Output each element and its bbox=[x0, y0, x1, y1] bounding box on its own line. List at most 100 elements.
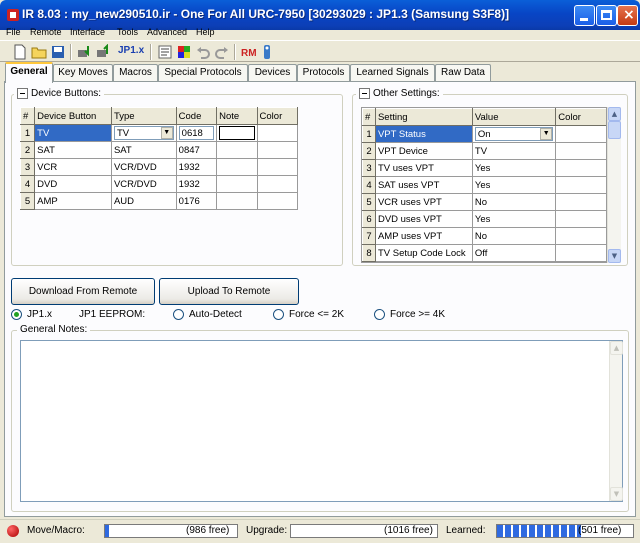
col-header[interactable]: Setting bbox=[374, 108, 473, 126]
radio-auto-detect[interactable] bbox=[173, 309, 184, 320]
color-grid-icon[interactable] bbox=[176, 44, 192, 60]
cell-setting[interactable]: TV Setup Code Lock bbox=[374, 244, 473, 262]
col-header[interactable]: Type bbox=[110, 107, 177, 125]
cell-setting[interactable]: SAT uses VPT bbox=[374, 176, 473, 194]
download-remote-icon[interactable] bbox=[76, 44, 92, 60]
scroll-up-icon[interactable]: ▲ bbox=[610, 341, 623, 355]
minimize-button[interactable] bbox=[574, 5, 595, 26]
radio-auto-detect-label[interactable]: Auto-Detect bbox=[189, 309, 242, 320]
cell-value[interactable]: TV bbox=[471, 142, 557, 160]
cell-code[interactable]: 1932 bbox=[175, 158, 218, 176]
upload-remote-icon[interactable] bbox=[95, 44, 111, 60]
cell-type[interactable]: SAT bbox=[110, 141, 177, 159]
upload-to-remote-button[interactable]: Upload To Remote bbox=[159, 278, 299, 305]
open-folder-icon[interactable] bbox=[31, 44, 47, 60]
tab-special-protocols[interactable]: Special Protocols bbox=[158, 64, 248, 82]
radio-force-2k[interactable] bbox=[273, 309, 284, 320]
save-icon[interactable] bbox=[50, 44, 66, 60]
other-settings-table[interactable]: # Setting Value Color 1 VPT Status On ▼ 2… bbox=[362, 108, 606, 262]
close-button[interactable]: × bbox=[617, 5, 638, 26]
cell-setting[interactable]: TV uses VPT bbox=[374, 159, 473, 177]
menu-tools[interactable]: Tools bbox=[117, 27, 138, 37]
undo-icon[interactable] bbox=[195, 44, 211, 60]
notes-scrollbar[interactable]: ▲ ▼ bbox=[609, 341, 623, 501]
col-header[interactable]: Device Button bbox=[34, 107, 112, 125]
menu-interface[interactable]: Interface bbox=[70, 27, 105, 37]
cell-code[interactable]: 1932 bbox=[175, 175, 218, 193]
cell-device-button[interactable]: AMP bbox=[34, 192, 112, 210]
scroll-down-icon[interactable]: ▼ bbox=[608, 249, 621, 263]
col-header[interactable]: Value bbox=[471, 108, 557, 126]
col-header[interactable]: Color bbox=[555, 108, 606, 126]
cell-note[interactable] bbox=[216, 192, 258, 210]
table-row[interactable]: 4 SAT uses VPT Yes bbox=[362, 176, 606, 194]
table-row[interactable]: 3 TV uses VPT Yes bbox=[362, 159, 606, 177]
cell-color[interactable] bbox=[555, 193, 606, 211]
cell-value[interactable]: No bbox=[471, 227, 557, 245]
cell-value[interactable]: No bbox=[471, 193, 557, 211]
cell-note[interactable] bbox=[216, 175, 258, 193]
device-buttons-table[interactable]: # Device Button Type Code Note Color 1 T… bbox=[19, 107, 299, 210]
cell-device-button[interactable]: VCR bbox=[34, 158, 112, 176]
cell-device-button[interactable]: DVD bbox=[34, 175, 112, 193]
cell-value[interactable]: Yes bbox=[471, 210, 557, 228]
table-row[interactable]: 1 TV TV ▼ 0618 bbox=[19, 124, 299, 142]
scroll-down-icon[interactable]: ▼ bbox=[610, 487, 623, 501]
maximize-button[interactable] bbox=[596, 5, 617, 26]
menu-help[interactable]: Help bbox=[196, 27, 215, 37]
cell-device-button[interactable]: SAT bbox=[34, 141, 112, 159]
collapse-icon[interactable] bbox=[359, 88, 370, 99]
table-row[interactable]: 4 DVD VCR/DVD 1932 bbox=[19, 175, 299, 193]
col-header[interactable]: Note bbox=[216, 107, 258, 125]
collapse-icon[interactable] bbox=[17, 88, 28, 99]
remote-master-icon[interactable]: RM bbox=[240, 44, 256, 60]
radio-force-2k-label[interactable]: Force <= 2K bbox=[289, 309, 344, 320]
radio-jp1x[interactable] bbox=[11, 309, 22, 320]
tab-macros[interactable]: Macros bbox=[113, 64, 158, 82]
cell-color[interactable] bbox=[256, 175, 299, 193]
cell-code[interactable]: 0618 bbox=[175, 124, 218, 142]
cell-type[interactable]: TV ▼ bbox=[110, 124, 177, 142]
table-row[interactable]: 5 VCR uses VPT No bbox=[362, 193, 606, 211]
cell-note[interactable] bbox=[216, 158, 258, 176]
cell-color[interactable] bbox=[555, 125, 606, 143]
tab-raw-data[interactable]: Raw Data bbox=[435, 64, 491, 82]
tab-key-moves[interactable]: Key Moves bbox=[53, 64, 113, 82]
tab-learned-signals[interactable]: Learned Signals bbox=[350, 64, 435, 82]
table-row[interactable]: 3 VCR VCR/DVD 1932 bbox=[19, 158, 299, 176]
radio-force-4k-label[interactable]: Force >= 4K bbox=[390, 309, 445, 320]
cell-color[interactable] bbox=[555, 142, 606, 160]
col-header[interactable]: Color bbox=[256, 107, 299, 125]
type-combo[interactable]: TV ▼ bbox=[113, 126, 174, 140]
jp1-mode-label[interactable]: JP1.x bbox=[118, 45, 144, 56]
cell-color[interactable] bbox=[555, 210, 606, 228]
tab-general[interactable]: General bbox=[5, 62, 53, 83]
cell-code[interactable]: 0176 bbox=[175, 192, 218, 210]
cell-color[interactable] bbox=[555, 176, 606, 194]
cell-code[interactable]: 0847 bbox=[175, 141, 218, 159]
download-from-remote-button[interactable]: Download From Remote bbox=[11, 278, 155, 305]
col-header[interactable]: Code bbox=[175, 107, 218, 125]
cell-color[interactable] bbox=[256, 158, 299, 176]
new-file-icon[interactable] bbox=[12, 44, 28, 60]
cell-color[interactable] bbox=[256, 124, 299, 142]
cell-value[interactable]: Yes bbox=[471, 159, 557, 177]
cell-value[interactable]: Yes bbox=[471, 176, 557, 194]
cell-note[interactable] bbox=[216, 124, 258, 142]
settings-scrollbar[interactable]: ▲ ▼ bbox=[607, 107, 621, 263]
cell-color[interactable] bbox=[555, 227, 606, 245]
radio-jp1x-label[interactable]: JP1.x bbox=[27, 309, 52, 320]
cell-setting[interactable]: VPT Device bbox=[374, 142, 473, 160]
value-combo[interactable]: On ▼ bbox=[474, 127, 554, 141]
scroll-up-icon[interactable]: ▲ bbox=[608, 107, 621, 121]
cell-setting[interactable]: VCR uses VPT bbox=[374, 193, 473, 211]
cell-type[interactable]: VCR/DVD bbox=[110, 158, 177, 176]
cell-color[interactable] bbox=[555, 159, 606, 177]
raw-data-icon[interactable] bbox=[157, 44, 173, 60]
table-row[interactable]: 2 SAT SAT 0847 bbox=[19, 141, 299, 159]
note-field[interactable] bbox=[219, 126, 255, 140]
cell-setting[interactable]: VPT Status bbox=[374, 125, 473, 143]
cell-type[interactable]: VCR/DVD bbox=[110, 175, 177, 193]
table-row[interactable]: 1 VPT Status On ▼ bbox=[362, 125, 606, 143]
cell-value[interactable]: Off bbox=[471, 244, 557, 262]
